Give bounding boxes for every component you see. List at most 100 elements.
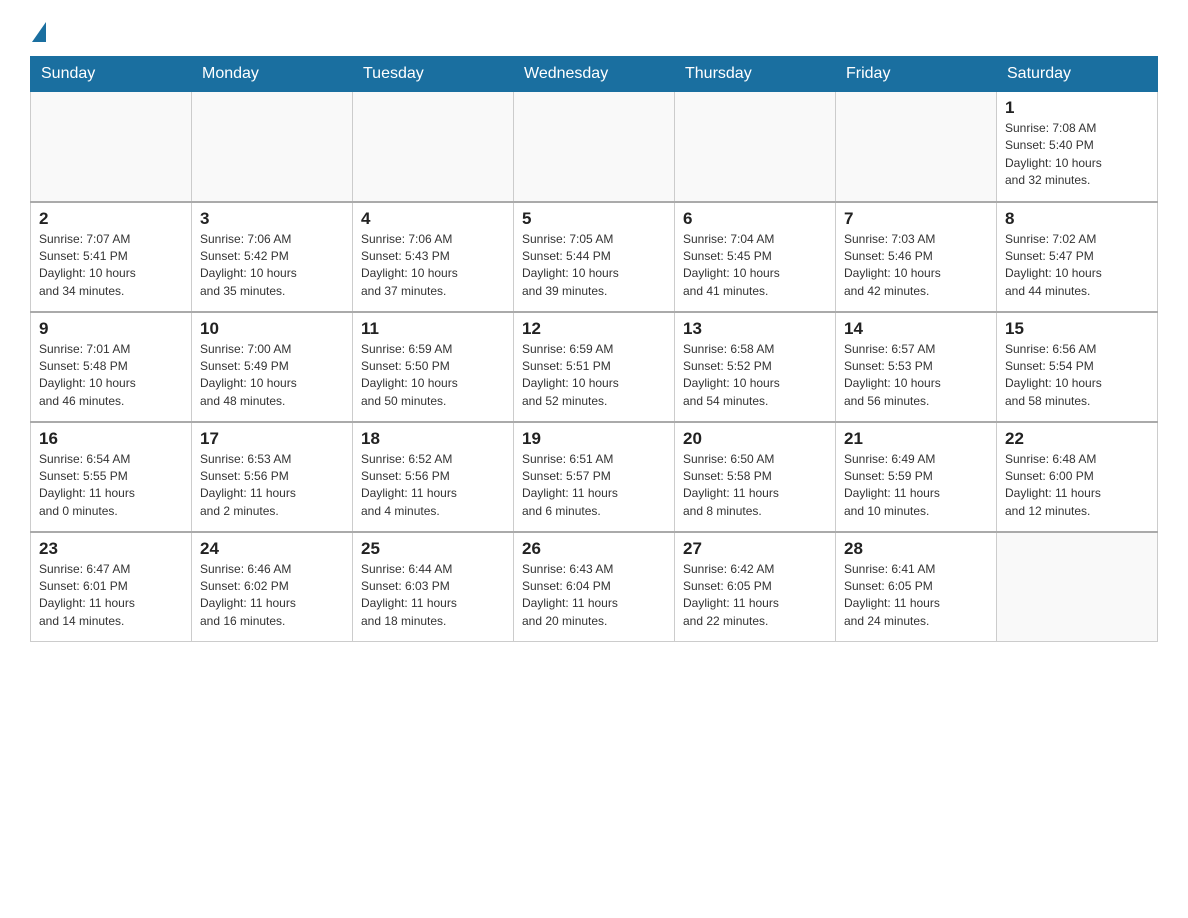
day-info: Sunrise: 6:44 AM Sunset: 6:03 PM Dayligh…	[361, 561, 505, 631]
day-number: 17	[200, 429, 344, 449]
week-row-3: 9Sunrise: 7:01 AM Sunset: 5:48 PM Daylig…	[31, 312, 1158, 422]
day-info: Sunrise: 7:06 AM Sunset: 5:43 PM Dayligh…	[361, 231, 505, 301]
day-number: 21	[844, 429, 988, 449]
day-info: Sunrise: 6:42 AM Sunset: 6:05 PM Dayligh…	[683, 561, 827, 631]
day-info: Sunrise: 6:54 AM Sunset: 5:55 PM Dayligh…	[39, 451, 183, 521]
calendar-cell	[353, 92, 514, 202]
calendar-cell: 2Sunrise: 7:07 AM Sunset: 5:41 PM Daylig…	[31, 202, 192, 312]
day-number: 15	[1005, 319, 1149, 339]
weekday-header-monday: Monday	[192, 57, 353, 92]
day-info: Sunrise: 7:07 AM Sunset: 5:41 PM Dayligh…	[39, 231, 183, 301]
week-row-5: 23Sunrise: 6:47 AM Sunset: 6:01 PM Dayli…	[31, 532, 1158, 642]
day-info: Sunrise: 7:08 AM Sunset: 5:40 PM Dayligh…	[1005, 120, 1149, 190]
weekday-header-friday: Friday	[836, 57, 997, 92]
calendar-cell: 13Sunrise: 6:58 AM Sunset: 5:52 PM Dayli…	[675, 312, 836, 422]
weekday-header-tuesday: Tuesday	[353, 57, 514, 92]
day-number: 12	[522, 319, 666, 339]
calendar-cell: 18Sunrise: 6:52 AM Sunset: 5:56 PM Dayli…	[353, 422, 514, 532]
day-info: Sunrise: 6:59 AM Sunset: 5:50 PM Dayligh…	[361, 341, 505, 411]
calendar-cell: 9Sunrise: 7:01 AM Sunset: 5:48 PM Daylig…	[31, 312, 192, 422]
day-number: 20	[683, 429, 827, 449]
day-info: Sunrise: 6:58 AM Sunset: 5:52 PM Dayligh…	[683, 341, 827, 411]
day-number: 18	[361, 429, 505, 449]
calendar-cell	[997, 532, 1158, 642]
logo	[30, 20, 46, 40]
day-number: 16	[39, 429, 183, 449]
day-info: Sunrise: 6:48 AM Sunset: 6:00 PM Dayligh…	[1005, 451, 1149, 521]
calendar-cell: 19Sunrise: 6:51 AM Sunset: 5:57 PM Dayli…	[514, 422, 675, 532]
calendar-cell: 5Sunrise: 7:05 AM Sunset: 5:44 PM Daylig…	[514, 202, 675, 312]
day-number: 27	[683, 539, 827, 559]
day-number: 5	[522, 209, 666, 229]
day-info: Sunrise: 6:50 AM Sunset: 5:58 PM Dayligh…	[683, 451, 827, 521]
calendar-table: SundayMondayTuesdayWednesdayThursdayFrid…	[30, 56, 1158, 642]
day-number: 1	[1005, 98, 1149, 118]
day-info: Sunrise: 6:57 AM Sunset: 5:53 PM Dayligh…	[844, 341, 988, 411]
weekday-header-wednesday: Wednesday	[514, 57, 675, 92]
calendar-cell	[514, 92, 675, 202]
calendar-cell: 27Sunrise: 6:42 AM Sunset: 6:05 PM Dayli…	[675, 532, 836, 642]
day-number: 7	[844, 209, 988, 229]
day-info: Sunrise: 6:46 AM Sunset: 6:02 PM Dayligh…	[200, 561, 344, 631]
calendar-cell: 24Sunrise: 6:46 AM Sunset: 6:02 PM Dayli…	[192, 532, 353, 642]
calendar-cell: 1Sunrise: 7:08 AM Sunset: 5:40 PM Daylig…	[997, 92, 1158, 202]
day-info: Sunrise: 6:59 AM Sunset: 5:51 PM Dayligh…	[522, 341, 666, 411]
calendar-cell: 15Sunrise: 6:56 AM Sunset: 5:54 PM Dayli…	[997, 312, 1158, 422]
weekday-header-thursday: Thursday	[675, 57, 836, 92]
calendar-cell	[675, 92, 836, 202]
page-header	[30, 20, 1158, 40]
day-number: 13	[683, 319, 827, 339]
day-info: Sunrise: 6:51 AM Sunset: 5:57 PM Dayligh…	[522, 451, 666, 521]
day-number: 10	[200, 319, 344, 339]
day-number: 9	[39, 319, 183, 339]
day-info: Sunrise: 7:04 AM Sunset: 5:45 PM Dayligh…	[683, 231, 827, 301]
day-number: 14	[844, 319, 988, 339]
day-info: Sunrise: 7:06 AM Sunset: 5:42 PM Dayligh…	[200, 231, 344, 301]
day-info: Sunrise: 7:05 AM Sunset: 5:44 PM Dayligh…	[522, 231, 666, 301]
day-number: 26	[522, 539, 666, 559]
day-info: Sunrise: 6:43 AM Sunset: 6:04 PM Dayligh…	[522, 561, 666, 631]
logo-triangle-icon	[32, 22, 46, 42]
week-row-4: 16Sunrise: 6:54 AM Sunset: 5:55 PM Dayli…	[31, 422, 1158, 532]
weekday-header-row: SundayMondayTuesdayWednesdayThursdayFrid…	[31, 57, 1158, 92]
calendar-cell: 26Sunrise: 6:43 AM Sunset: 6:04 PM Dayli…	[514, 532, 675, 642]
week-row-2: 2Sunrise: 7:07 AM Sunset: 5:41 PM Daylig…	[31, 202, 1158, 312]
day-number: 4	[361, 209, 505, 229]
day-info: Sunrise: 7:02 AM Sunset: 5:47 PM Dayligh…	[1005, 231, 1149, 301]
weekday-header-sunday: Sunday	[31, 57, 192, 92]
calendar-cell: 10Sunrise: 7:00 AM Sunset: 5:49 PM Dayli…	[192, 312, 353, 422]
weekday-header-saturday: Saturday	[997, 57, 1158, 92]
day-number: 11	[361, 319, 505, 339]
day-info: Sunrise: 6:49 AM Sunset: 5:59 PM Dayligh…	[844, 451, 988, 521]
day-number: 6	[683, 209, 827, 229]
calendar-cell: 6Sunrise: 7:04 AM Sunset: 5:45 PM Daylig…	[675, 202, 836, 312]
day-info: Sunrise: 7:03 AM Sunset: 5:46 PM Dayligh…	[844, 231, 988, 301]
day-number: 25	[361, 539, 505, 559]
calendar-cell: 8Sunrise: 7:02 AM Sunset: 5:47 PM Daylig…	[997, 202, 1158, 312]
day-number: 19	[522, 429, 666, 449]
calendar-cell: 20Sunrise: 6:50 AM Sunset: 5:58 PM Dayli…	[675, 422, 836, 532]
calendar-cell: 22Sunrise: 6:48 AM Sunset: 6:00 PM Dayli…	[997, 422, 1158, 532]
day-number: 24	[200, 539, 344, 559]
calendar-cell	[31, 92, 192, 202]
calendar-cell: 28Sunrise: 6:41 AM Sunset: 6:05 PM Dayli…	[836, 532, 997, 642]
day-info: Sunrise: 7:00 AM Sunset: 5:49 PM Dayligh…	[200, 341, 344, 411]
day-info: Sunrise: 6:47 AM Sunset: 6:01 PM Dayligh…	[39, 561, 183, 631]
day-info: Sunrise: 7:01 AM Sunset: 5:48 PM Dayligh…	[39, 341, 183, 411]
week-row-1: 1Sunrise: 7:08 AM Sunset: 5:40 PM Daylig…	[31, 92, 1158, 202]
calendar-cell: 25Sunrise: 6:44 AM Sunset: 6:03 PM Dayli…	[353, 532, 514, 642]
day-info: Sunrise: 6:52 AM Sunset: 5:56 PM Dayligh…	[361, 451, 505, 521]
day-info: Sunrise: 6:53 AM Sunset: 5:56 PM Dayligh…	[200, 451, 344, 521]
calendar-cell	[192, 92, 353, 202]
day-number: 3	[200, 209, 344, 229]
day-info: Sunrise: 6:56 AM Sunset: 5:54 PM Dayligh…	[1005, 341, 1149, 411]
day-number: 22	[1005, 429, 1149, 449]
calendar-cell: 12Sunrise: 6:59 AM Sunset: 5:51 PM Dayli…	[514, 312, 675, 422]
calendar-cell: 23Sunrise: 6:47 AM Sunset: 6:01 PM Dayli…	[31, 532, 192, 642]
calendar-cell: 3Sunrise: 7:06 AM Sunset: 5:42 PM Daylig…	[192, 202, 353, 312]
calendar-cell: 21Sunrise: 6:49 AM Sunset: 5:59 PM Dayli…	[836, 422, 997, 532]
day-number: 8	[1005, 209, 1149, 229]
calendar-cell: 16Sunrise: 6:54 AM Sunset: 5:55 PM Dayli…	[31, 422, 192, 532]
day-number: 23	[39, 539, 183, 559]
day-number: 2	[39, 209, 183, 229]
